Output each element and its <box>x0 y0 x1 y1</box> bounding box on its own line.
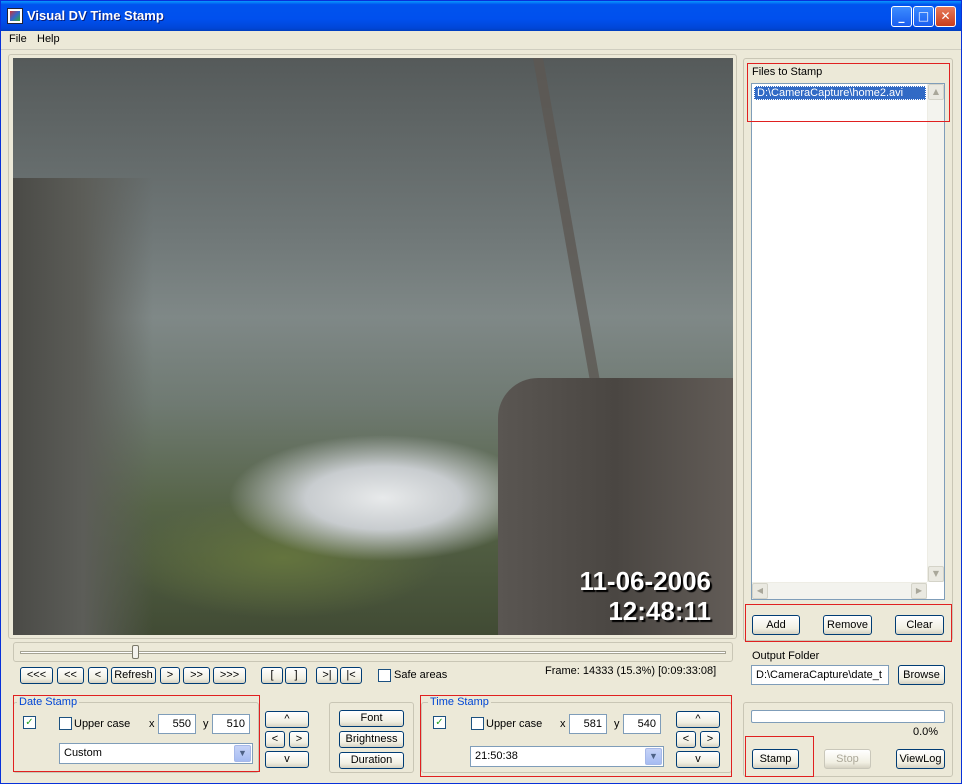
safe-areas-checkbox[interactable] <box>378 669 391 682</box>
minimize-icon[interactable]: _ <box>891 6 912 27</box>
maximize-icon[interactable]: □ <box>913 6 934 27</box>
menu-bar: File Help <box>1 31 961 50</box>
duration-button[interactable]: Duration <box>339 752 404 769</box>
next-frame-button[interactable]: > <box>160 667 180 684</box>
stamp-highlight <box>745 736 814 777</box>
video-time-overlay: 12:48:11 <box>608 596 711 626</box>
menu-help[interactable]: Help <box>37 33 60 45</box>
video-scene-rock <box>13 178 153 635</box>
slider-thumb[interactable] <box>132 645 139 659</box>
frame-info: Frame: 14333 (15.3%) [0:09:33:08] <box>545 665 717 677</box>
date-stamp-highlight <box>13 695 260 772</box>
window-title: Visual DV Time Stamp <box>27 8 164 23</box>
forward-big-button[interactable]: >> <box>183 667 210 684</box>
mark-in-button[interactable]: [ <box>261 667 283 684</box>
first-frame-button[interactable]: <<< <box>20 667 53 684</box>
scroll-left-icon[interactable]: ◀ <box>752 583 768 599</box>
last-frame-button[interactable]: >>> <box>213 667 246 684</box>
goto-end-button[interactable]: >| <box>316 667 338 684</box>
video-date-overlay: 11-06-2006 <box>579 566 711 596</box>
progress-percent: 0.0% <box>913 726 939 738</box>
vertical-scrollbar[interactable]: ▲ ▼ <box>927 84 944 582</box>
output-folder-label: Output Folder <box>752 650 820 662</box>
goto-start-button[interactable]: |< <box>340 667 362 684</box>
files-list[interactable]: D:\CameraCapture\home2.avi ▲ ▼ ◀ ▶ <box>751 83 945 600</box>
video-preview[interactable]: 11-06-2006 12:48:11 <box>13 58 733 635</box>
scroll-down-icon[interactable]: ▼ <box>928 566 944 582</box>
file-buttons-highlight <box>745 604 952 642</box>
browse-button[interactable]: Browse <box>898 665 945 685</box>
prev-frame-button[interactable]: < <box>88 667 108 684</box>
stop-button[interactable]: Stop <box>824 749 871 769</box>
close-icon[interactable]: ✕ <box>935 6 956 27</box>
files-title-highlight <box>747 63 950 122</box>
scroll-right-icon[interactable]: ▶ <box>911 583 927 599</box>
position-slider[interactable] <box>13 642 733 662</box>
date-move-left-button[interactable]: < <box>265 731 285 748</box>
app-window: Visual DV Time Stamp _ □ ✕ File Help 11-… <box>0 0 962 784</box>
time-stamp-highlight <box>420 695 732 777</box>
menu-file[interactable]: File <box>9 33 27 45</box>
title-bar[interactable]: Visual DV Time Stamp _ □ ✕ <box>1 1 961 31</box>
safe-areas-label: Safe areas <box>394 669 448 681</box>
date-move-down-button[interactable]: v <box>265 751 309 768</box>
slider-track <box>20 651 726 654</box>
font-button[interactable]: Font <box>339 710 404 727</box>
output-folder-input[interactable]: D:\CameraCapture\date_t <box>751 665 889 685</box>
date-move-up-button[interactable]: ^ <box>265 711 309 728</box>
rewind-big-button[interactable]: << <box>57 667 84 684</box>
app-icon <box>7 8 23 24</box>
brightness-button[interactable]: Brightness <box>339 731 404 748</box>
viewlog-button[interactable]: ViewLog <box>896 749 945 769</box>
date-move-right-button[interactable]: > <box>289 731 309 748</box>
progress-bar <box>751 710 945 723</box>
mark-out-button[interactable]: ] <box>285 667 307 684</box>
refresh-button[interactable]: Refresh <box>111 667 156 684</box>
horizontal-scrollbar[interactable]: ◀ ▶ <box>752 582 927 599</box>
